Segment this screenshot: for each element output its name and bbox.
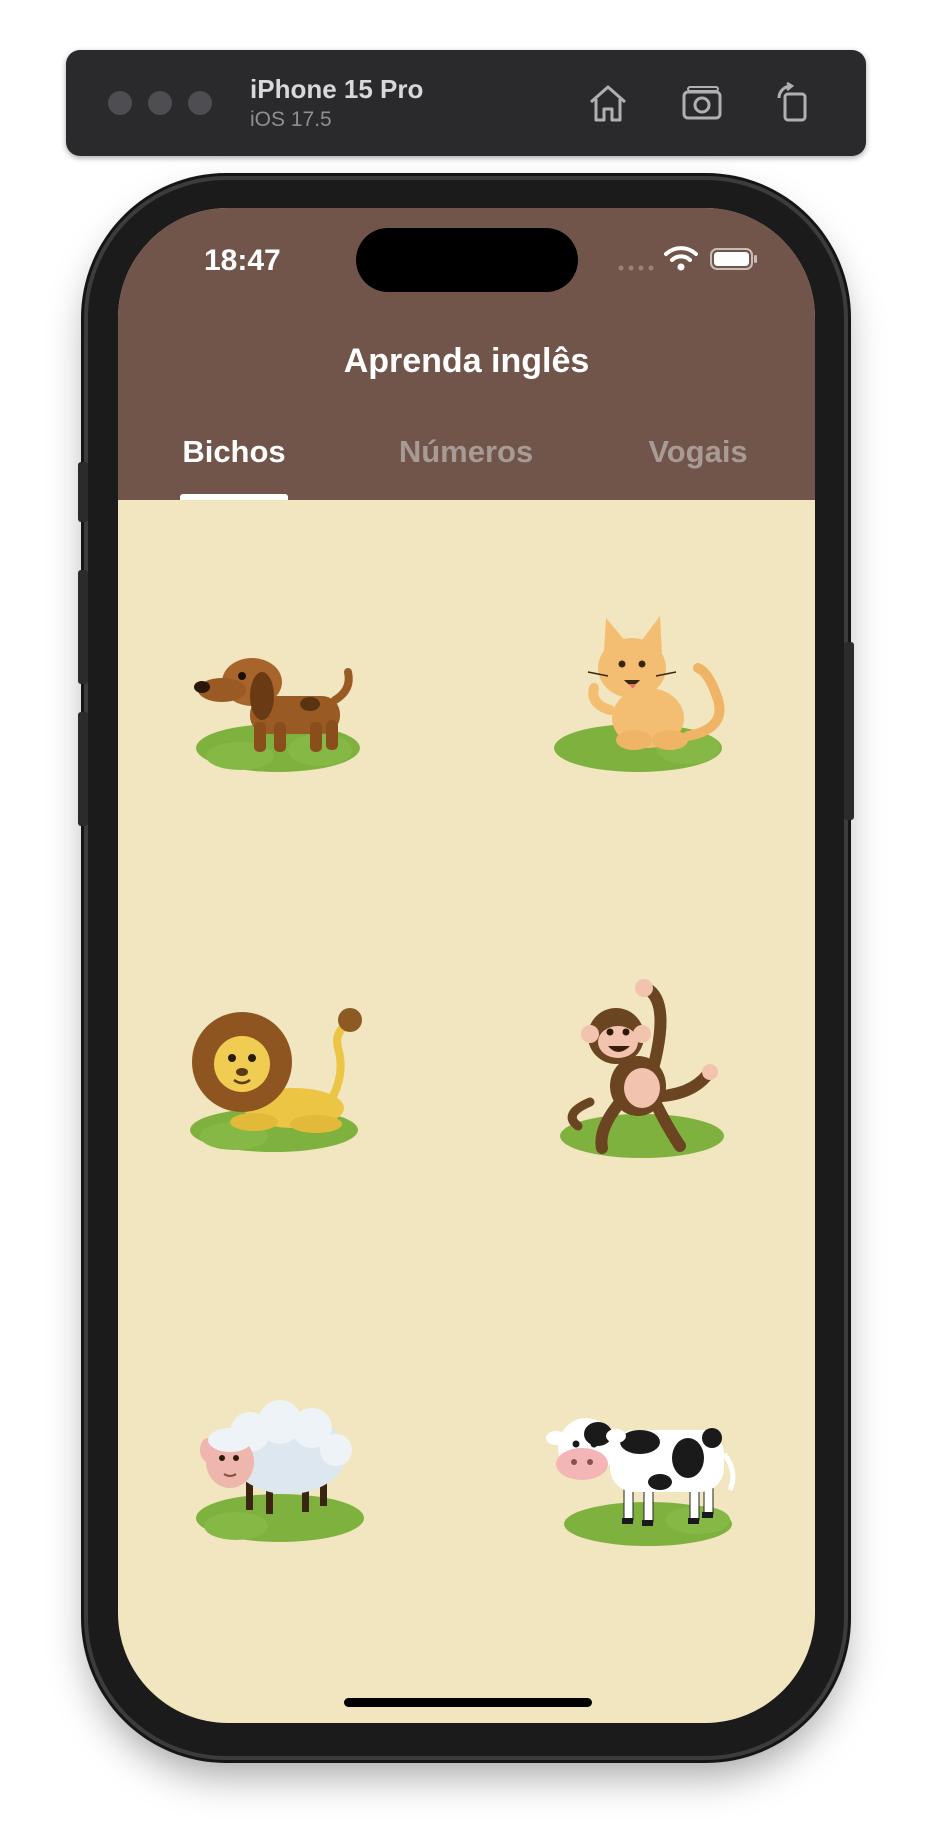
status-time: 18:47 bbox=[204, 244, 281, 277]
dynamic-island bbox=[356, 228, 578, 292]
screenshot-icon[interactable] bbox=[679, 80, 725, 126]
window-minimize-button[interactable] bbox=[148, 91, 172, 115]
animal-card-lion[interactable] bbox=[170, 978, 370, 1178]
animal-card-monkey[interactable] bbox=[538, 978, 738, 1178]
home-icon[interactable] bbox=[585, 80, 631, 126]
wifi-icon bbox=[664, 246, 698, 271]
rotate-icon[interactable] bbox=[771, 80, 817, 126]
dog-icon bbox=[194, 658, 360, 772]
power-button bbox=[844, 642, 854, 820]
volume-up-button bbox=[78, 570, 88, 684]
action-button bbox=[78, 462, 88, 522]
volume-down-button bbox=[78, 712, 88, 826]
home-indicator[interactable] bbox=[344, 1698, 592, 1707]
tab-bichos[interactable]: Bichos bbox=[118, 434, 350, 470]
lion-icon bbox=[190, 1008, 362, 1152]
device-name: iPhone 15 Pro bbox=[250, 74, 424, 104]
tab-vogais[interactable]: Vogais bbox=[582, 434, 814, 470]
battery-icon bbox=[710, 248, 757, 270]
tab-numeros[interactable]: Números bbox=[350, 434, 582, 470]
cellular-signal-icon bbox=[618, 265, 654, 271]
cat-icon bbox=[554, 616, 725, 772]
window-zoom-button[interactable] bbox=[188, 91, 212, 115]
animal-grid bbox=[118, 500, 815, 1723]
animal-card-cow[interactable] bbox=[538, 1358, 738, 1558]
window-close-button[interactable] bbox=[108, 91, 132, 115]
os-version: iOS 17.5 bbox=[250, 108, 332, 131]
sheep-icon bbox=[196, 1400, 364, 1542]
app-bar: 18:47 Aprenda inglês Bichos Números Voga… bbox=[118, 208, 815, 500]
simulator-toolbar bbox=[66, 50, 866, 156]
cow-icon bbox=[546, 1418, 736, 1546]
animal-card-dog[interactable] bbox=[170, 598, 370, 798]
monkey-icon bbox=[560, 979, 724, 1158]
phone-screen: 18:47 Aprenda inglês Bichos Números Voga… bbox=[118, 208, 815, 1723]
animal-card-cat[interactable] bbox=[538, 598, 738, 798]
animal-card-sheep[interactable] bbox=[170, 1358, 370, 1558]
page-title: Aprenda inglês bbox=[343, 342, 590, 380]
